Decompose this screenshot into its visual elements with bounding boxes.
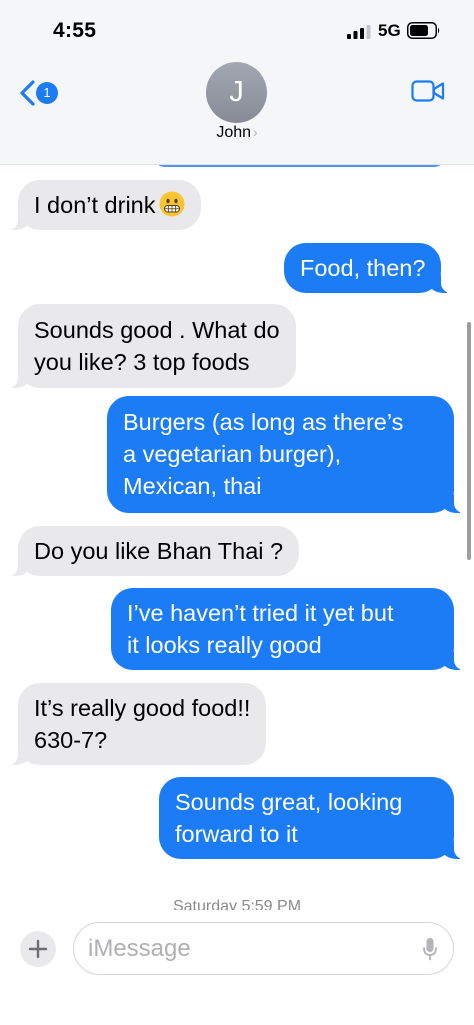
network-type: 5G (378, 21, 401, 40)
unread-badge: 1 (36, 82, 58, 104)
video-camera-icon[interactable] (411, 80, 445, 102)
contact-name: John (216, 124, 252, 141)
message-bubble-incoming[interactable]: It’s really good food!! 630-7? (7, 683, 267, 765)
message-text: Mexican, thai (123, 473, 262, 499)
message-text: Do you like Bhan Thai ? (34, 538, 284, 564)
message-text: Food, then? (300, 255, 426, 281)
back-button[interactable]: 1 (18, 78, 62, 108)
avatar[interactable]: J (206, 62, 267, 123)
scroll-indicator[interactable] (467, 322, 471, 560)
message-text: Burgers (as long as there’s (123, 409, 404, 435)
battery-icon (407, 22, 440, 39)
message-input[interactable] (88, 931, 408, 966)
chevron-right-icon: › (253, 124, 258, 140)
plus-icon (28, 939, 48, 959)
message-text: Sounds great, looking (175, 789, 403, 815)
grimacing-face-emoji (159, 191, 185, 217)
message-text: a vegetarian burger), (123, 441, 342, 467)
conversation-header: 4:55 5G 1 J John › (0, 0, 474, 165)
message-text: I’ve haven’t tried it yet but (127, 600, 394, 626)
message-bubble-incoming[interactable]: I don’t drink (7, 180, 202, 230)
chevron-left-icon (20, 80, 35, 106)
add-attachment-button[interactable] (20, 931, 56, 967)
message-bubble-incoming[interactable]: Do you like Bhan Thai ? (7, 526, 300, 576)
contact-name-button[interactable]: John › (0, 124, 474, 142)
message-input-field[interactable] (73, 922, 454, 975)
microphone-icon[interactable] (422, 937, 438, 961)
message-composer (0, 910, 474, 1025)
message-bubble-incoming[interactable]: Sounds good . What do you like? 3 top fo… (8, 304, 296, 388)
status-time: 4:55 (53, 19, 97, 42)
message-bubble-outgoing[interactable]: Sounds great, looking forward to it (159, 777, 464, 859)
message-text: Sounds good . What do (34, 317, 280, 343)
message-bubble-outgoing[interactable]: Burgers (as long as there’s a vegetarian… (107, 396, 464, 513)
message-text: forward to it (175, 821, 298, 847)
message-text: you like? 3 top foods (34, 349, 250, 375)
message-text: 630-7? (34, 727, 108, 753)
message-text: it looks really good (127, 632, 322, 658)
message-bubble-outgoing[interactable]: Food, then? (284, 243, 452, 293)
cellular-signal-icon (347, 25, 371, 39)
message-text: It’s really good food!! (34, 695, 251, 721)
message-bubble-outgoing[interactable]: I’ve haven’t tried it yet but it looks r… (111, 588, 464, 670)
message-text: I don’t drink (34, 192, 156, 218)
